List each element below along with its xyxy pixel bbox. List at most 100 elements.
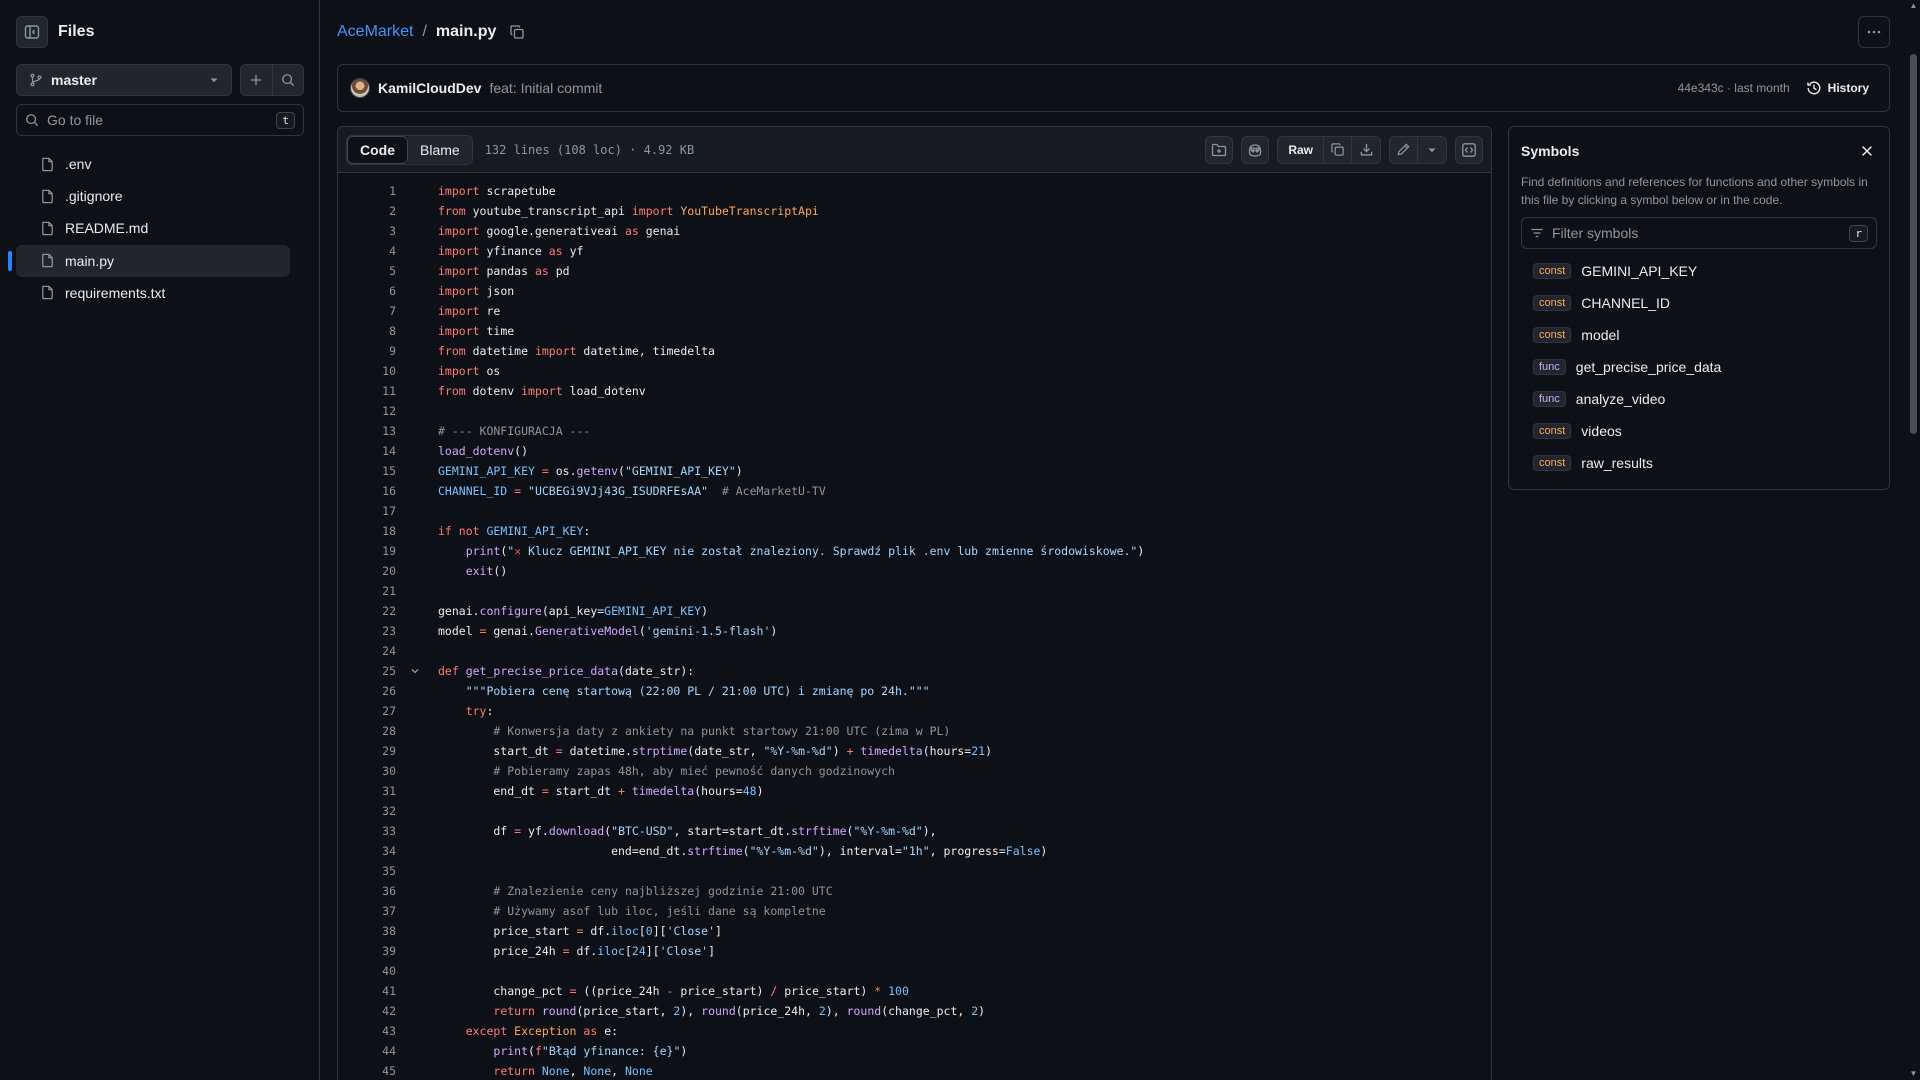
line-number[interactable]: 36 xyxy=(338,884,396,898)
line-number[interactable]: 9 xyxy=(338,344,396,358)
search-code-button[interactable] xyxy=(273,65,304,95)
code-line: 2 from youtube_transcript_api import YouT… xyxy=(338,201,1491,221)
line-number[interactable]: 12 xyxy=(338,404,396,418)
open-symbols-folder-button[interactable] xyxy=(1205,135,1234,164)
branch-selector[interactable]: master xyxy=(16,64,232,96)
code-token: CHANNEL_ID xyxy=(438,484,508,498)
line-number[interactable]: 37 xyxy=(338,904,396,918)
line-number[interactable]: 38 xyxy=(338,924,396,938)
breadcrumb-repo-link[interactable]: AceMarket xyxy=(337,23,413,41)
line-number[interactable]: 31 xyxy=(338,784,396,798)
raw-button[interactable]: Raw xyxy=(1278,136,1324,163)
symbol-item[interactable]: func analyze_video xyxy=(1521,383,1877,415)
commit-message[interactable]: feat: Initial commit xyxy=(489,80,602,96)
line-number[interactable]: 25 xyxy=(338,664,396,678)
copy-raw-button[interactable] xyxy=(1324,136,1352,163)
edit-file-button[interactable] xyxy=(1390,136,1418,163)
symbol-item[interactable]: const CHANNEL_ID xyxy=(1521,287,1877,319)
line-number[interactable]: 26 xyxy=(338,684,396,698)
code-token: ) xyxy=(701,604,709,618)
collapse-sidebar-button[interactable] xyxy=(16,16,48,48)
copy-path-button[interactable] xyxy=(509,24,525,40)
commit-meta[interactable]: 44e343c · last month xyxy=(1678,81,1790,95)
file-tree-item[interactable]: main.py xyxy=(8,244,290,277)
line-number[interactable]: 20 xyxy=(338,564,396,578)
line-number[interactable]: 15 xyxy=(338,464,396,478)
file-tree-item[interactable]: .env xyxy=(16,148,290,180)
line-number[interactable]: 39 xyxy=(338,944,396,958)
line-number[interactable]: 6 xyxy=(338,284,396,298)
symbol-item[interactable]: const GEMINI_API_KEY xyxy=(1521,255,1877,287)
line-number[interactable]: 13 xyxy=(338,424,396,438)
code-line-content: GEMINI_API_KEY = os.getenv("GEMINI_API_K… xyxy=(438,464,743,478)
line-number[interactable]: 3 xyxy=(338,224,396,238)
line-number[interactable]: 43 xyxy=(338,1024,396,1038)
file-tree-item[interactable]: requirements.txt xyxy=(16,277,290,309)
fold-chevron-icon[interactable] xyxy=(404,661,426,681)
close-symbols-button[interactable] xyxy=(1857,141,1877,161)
code-token: ) xyxy=(1137,544,1145,558)
line-number[interactable]: 21 xyxy=(338,584,396,598)
filter-symbols-input[interactable]: Filter symbols r xyxy=(1521,217,1877,249)
symbol-item[interactable]: const raw_results xyxy=(1521,447,1877,479)
line-number[interactable]: 19 xyxy=(338,544,396,558)
line-number[interactable]: 7 xyxy=(338,304,396,318)
line-number[interactable]: 27 xyxy=(338,704,396,718)
line-number[interactable]: 28 xyxy=(338,724,396,738)
download-raw-button[interactable] xyxy=(1352,137,1380,163)
chevron-down-icon xyxy=(209,75,219,85)
page-scrollbar[interactable]: ▲ ▼ xyxy=(1907,0,1920,1080)
history-button[interactable]: History xyxy=(1798,74,1877,102)
fold-gutter xyxy=(404,481,426,501)
tab-code[interactable]: Code xyxy=(347,135,408,164)
scroll-down-arrow-icon[interactable]: ▼ xyxy=(1909,1070,1918,1078)
line-number[interactable]: 42 xyxy=(338,1004,396,1018)
code-line: 41 change_pct = ((price_24h - price_star… xyxy=(338,981,1491,1001)
scrollbar-thumb[interactable] xyxy=(1910,54,1917,434)
code-token: ( xyxy=(638,624,646,638)
line-number[interactable]: 44 xyxy=(338,1044,396,1058)
edit-options-dropdown[interactable] xyxy=(1418,137,1446,163)
line-number[interactable]: 32 xyxy=(338,804,396,818)
add-file-button[interactable] xyxy=(241,65,273,95)
scroll-up-arrow-icon[interactable]: ▲ xyxy=(1909,2,1918,10)
file-tree-item[interactable]: README.md xyxy=(16,212,290,244)
line-number[interactable]: 1 xyxy=(338,184,396,198)
line-number[interactable]: 18 xyxy=(338,524,396,538)
line-number[interactable]: 14 xyxy=(338,444,396,458)
file-tree-item[interactable]: .gitignore xyxy=(16,180,290,212)
symbol-item[interactable]: const model xyxy=(1521,319,1877,351)
line-number[interactable]: 23 xyxy=(338,624,396,638)
line-number[interactable]: 30 xyxy=(338,764,396,778)
line-number[interactable]: 40 xyxy=(338,964,396,978)
line-number[interactable]: 10 xyxy=(338,364,396,378)
line-number[interactable]: 29 xyxy=(338,744,396,758)
symbol-item[interactable]: func get_precise_price_data xyxy=(1521,351,1877,383)
line-number[interactable]: 41 xyxy=(338,984,396,998)
line-number[interactable]: 45 xyxy=(338,1064,396,1078)
commit-author[interactable]: KamilCloudDev xyxy=(378,80,481,96)
breadcrumb: AceMarket / main.py xyxy=(337,20,525,44)
code-line-content: df = yf.download("BTC-USD", start=start_… xyxy=(438,824,936,838)
more-options-button[interactable] xyxy=(1858,16,1890,48)
line-number[interactable]: 11 xyxy=(338,384,396,398)
code-line: 4 import yfinance as yf xyxy=(338,241,1491,261)
code-token: yf xyxy=(562,244,584,258)
line-number[interactable]: 4 xyxy=(338,244,396,258)
line-number[interactable]: 33 xyxy=(338,824,396,838)
copilot-button[interactable] xyxy=(1241,135,1270,164)
go-to-file-input[interactable]: Go to file t xyxy=(16,104,304,136)
line-number[interactable]: 5 xyxy=(338,264,396,278)
line-number[interactable]: 24 xyxy=(338,644,396,658)
tab-blame[interactable]: Blame xyxy=(408,135,472,164)
line-number[interactable]: 22 xyxy=(338,604,396,618)
author-avatar[interactable] xyxy=(350,78,370,98)
line-number[interactable]: 16 xyxy=(338,484,396,498)
line-number[interactable]: 2 xyxy=(338,204,396,218)
line-number[interactable]: 8 xyxy=(338,324,396,338)
symbol-item[interactable]: const videos xyxy=(1521,415,1877,447)
line-number[interactable]: 17 xyxy=(338,504,396,518)
line-number[interactable]: 34 xyxy=(338,844,396,858)
symbols-panel-toggle[interactable] xyxy=(1455,135,1483,164)
line-number[interactable]: 35 xyxy=(338,864,396,878)
